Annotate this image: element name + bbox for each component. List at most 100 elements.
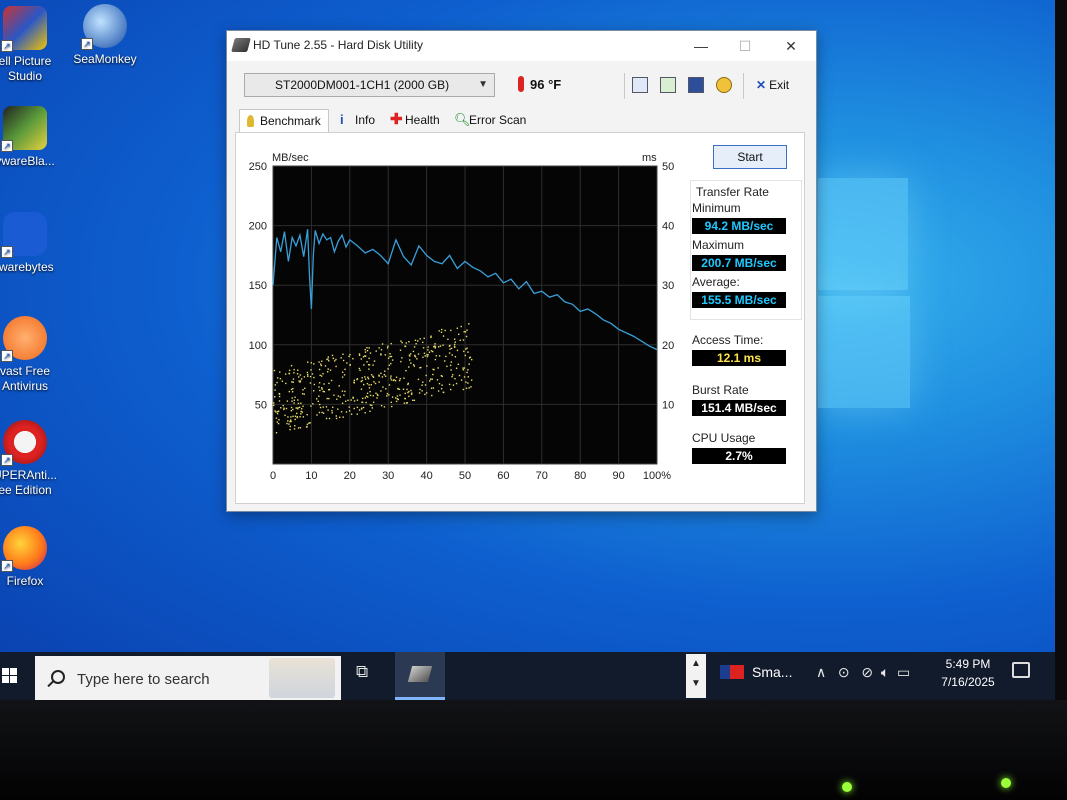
access-time-point [421,390,423,392]
magnifier-icon: 🔍︎ [454,112,471,127]
desktop-icon-spywareblaster[interactable]: ↗ ywareBla... [0,106,70,169]
access-time-point [397,387,399,390]
minimize-button[interactable]: — [686,35,716,57]
access-time-point [308,422,310,424]
start-button[interactable] [0,652,34,700]
access-time-point [296,373,299,375]
y-right-tick-label: 20 [662,340,674,352]
display-icon[interactable]: ▭ [897,664,910,680]
notification-icon[interactable] [1012,662,1030,678]
x-tick-label: 90 [612,470,624,482]
access-time-point [288,369,291,372]
access-time-point [384,354,386,356]
access-time-point [278,395,281,398]
tab-info[interactable]: i Info [335,109,381,133]
access-time-point [318,382,321,384]
access-time-point [414,356,417,358]
exit-button[interactable]: ✕ Exit [756,78,789,92]
drive-select[interactable]: ST2000DM001-1CH1 (2000 GB) ▼ [244,73,495,97]
access-time-point [452,384,455,386]
access-time-point [293,368,295,371]
copy-text-icon[interactable] [632,77,648,93]
desktop-icon-label: ywareBla... [0,154,55,168]
access-time-point [292,415,294,418]
tab-label: Health [405,113,440,127]
desktop-icon-label: Studio [7,69,43,83]
access-time-point [437,346,440,348]
x-tick-label: 40 [420,470,432,482]
access-time-point [312,390,315,392]
clock[interactable]: 5:49 PM 7/16/2025 [936,655,1000,691]
access-time-point [406,388,408,391]
access-time-point [463,367,466,369]
desktop-icon-avast[interactable]: ↗ vast Free Antivirus [0,316,70,394]
access-time-point [434,347,436,349]
access-time-point [299,426,302,429]
news-widget[interactable]: Sma... [720,664,792,680]
access-time-point [438,355,441,357]
access-time-point [448,352,451,354]
access-time-point [468,323,470,325]
meet-now-icon[interactable]: ⊙ [838,664,850,680]
access-time-point [290,409,293,412]
access-time-point [306,373,309,376]
save-icon[interactable] [688,77,704,93]
start-button[interactable]: Start [713,145,787,169]
access-time-point [366,361,368,363]
access-time-point [381,376,384,378]
tab-error-scan[interactable]: 🔍︎ Error Scan [449,109,533,133]
access-time-point [275,417,278,419]
access-time-point [373,381,375,383]
tab-health[interactable]: ✚ Health [385,109,443,133]
access-time-point [335,417,338,420]
access-time-point [361,401,363,403]
access-time-point [300,378,303,380]
access-time-point [468,387,470,389]
access-time-point [389,353,391,355]
access-time-point [350,399,352,401]
access-time-point [385,388,387,390]
chevron-down-icon[interactable]: ▼ [686,674,706,694]
maximize-button[interactable]: ☐ [730,35,760,57]
options-icon[interactable] [716,77,732,93]
search-box[interactable]: Type here to search [35,656,341,700]
access-time-point [307,375,309,377]
access-time-point [352,357,354,360]
access-time-point [288,372,290,375]
access-time-point [369,410,371,412]
access-time-point [399,378,401,380]
taskbar-hdtune[interactable] [395,652,445,700]
transfer-rate-group: Transfer Rate Minimum 94.2 MB/sec Maximu… [692,183,800,312]
desktop-icon-seamonkey[interactable]: ↗ SeaMonkey [60,4,150,67]
access-time-point [350,413,353,415]
access-time-point [302,405,304,408]
access-time-point [422,381,424,383]
access-time-point [303,393,305,395]
access-time-point [442,391,445,394]
access-time-point [388,364,391,366]
desktop-icon-firefox[interactable]: ↗ Firefox [0,526,70,589]
access-time-point [306,371,309,374]
access-time-point [353,382,355,384]
access-time-point [403,402,406,404]
desktop: ↗ ell Picture Studio ↗ SeaMonkey ↗ yware… [0,0,1055,700]
tab-benchmark[interactable]: Benchmark [239,109,329,133]
close-button[interactable]: ✕ [776,35,806,57]
chevron-up-icon[interactable]: ∧ [816,664,826,680]
access-time-point [322,406,324,408]
desktop-icon-superantispyware[interactable]: ↗ UPERAnti... ee Edition [0,420,70,498]
desktop-icon-malwarebytes[interactable]: ↗ lwarebytes [0,212,70,275]
copy-screenshot-icon[interactable] [660,77,676,93]
x-tick-label: 10 [305,470,317,482]
access-time-point [311,373,314,375]
network-disconnected-icon[interactable]: ⊘ [861,664,873,680]
access-time-point [297,376,300,378]
volume-icon[interactable]: 🔈︎ [881,664,889,680]
access-time-point [339,396,342,398]
access-time-point [353,407,355,410]
task-view-icon[interactable]: ⧉ [356,662,368,682]
chevron-up-icon[interactable]: ▲ [686,654,706,674]
title-bar[interactable]: HD Tune 2.55 - Hard Disk Utility — ☐ ✕ [227,31,816,61]
access-time-point [450,361,453,363]
widget-scroll[interactable]: ▲ ▼ [686,654,706,698]
